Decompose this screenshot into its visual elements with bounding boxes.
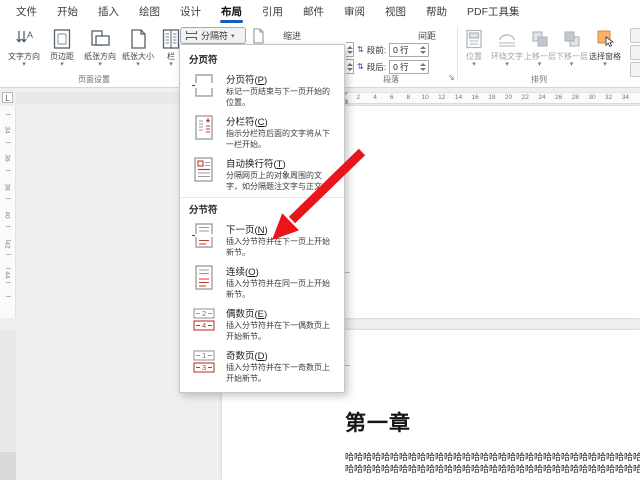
section-breaks-section-header: 分节符	[180, 198, 344, 219]
even-page-section-break-icon: 2 4	[191, 306, 217, 333]
tab-draw[interactable]: 绘图	[129, 0, 170, 24]
menu-item-text-wrapping[interactable]: 自动换行符(T) 分隔网页上的对象周围的文字，如分隔题注文字与正文。	[180, 153, 344, 195]
vertical-ruler[interactable]: 34 36 38 40 42 44	[0, 106, 16, 318]
rotate-button[interactable]	[630, 62, 640, 77]
menu-item-next-page[interactable]: 下一页(N) 插入分节符并在下一页上开始新节。	[180, 219, 344, 261]
tab-home[interactable]: 开始	[47, 0, 88, 24]
menu-item-column-break[interactable]: 分栏符(C) 指示分栏符后面的文字将从下一栏开始。	[180, 111, 344, 153]
spacing-before-icon: ⇅	[357, 45, 364, 55]
spacing-after-label: 段后:	[367, 61, 386, 73]
position-button[interactable]: 位置 ▾	[459, 26, 489, 69]
vertical-ruler-page2	[0, 330, 16, 480]
menu-item-odd-page[interactable]: 1 3 奇数页(D) 插入分节符并在下一奇数页上开始新节。	[180, 345, 344, 387]
svg-text:1: 1	[202, 351, 206, 360]
bring-forward-icon	[524, 26, 555, 52]
spacing-before-label: 段前:	[367, 44, 386, 56]
chevron-down-icon: ▾	[231, 32, 235, 40]
tab-review[interactable]: 审阅	[334, 0, 375, 24]
text-direction-icon: A	[6, 26, 42, 52]
indent-left-field[interactable]	[346, 59, 354, 74]
odd-page-section-break-icon: 1 3	[191, 348, 217, 375]
increment-icon[interactable]	[420, 46, 426, 49]
chevron-down-icon: ▾	[459, 61, 489, 69]
page-breaks-section-header: 分页符	[180, 48, 344, 69]
paragraph-group-label: 段落	[336, 74, 446, 85]
margins-button[interactable]: 页边距 ▾	[44, 26, 80, 69]
chevron-down-icon: ▾	[120, 61, 156, 69]
text-wrapping-icon	[191, 156, 217, 183]
tab-help[interactable]: 帮助	[416, 0, 457, 24]
indent-right-field[interactable]	[346, 42, 354, 57]
group-button[interactable]	[630, 45, 640, 60]
arrange-group-label: 排列	[459, 74, 619, 85]
selection-pane-button[interactable]: 选择窗格 ▾	[588, 26, 622, 69]
chevron-down-icon: ▾	[44, 61, 80, 69]
wrap-text-button[interactable]: 环绕文字 ▾	[491, 26, 523, 69]
send-backward-icon	[556, 26, 587, 52]
decrement-icon[interactable]	[420, 51, 426, 54]
continuous-section-break-icon	[191, 264, 217, 291]
menu-item-continuous[interactable]: 连续(O) 插入分节符并在同一页上开始新节。	[180, 261, 344, 303]
paragraph-dialog-launcher[interactable]: ⇘	[448, 73, 455, 82]
chevron-down-icon: ▾	[491, 61, 523, 69]
orientation-icon	[82, 26, 118, 52]
svg-text:3: 3	[202, 363, 206, 372]
selection-pane-icon	[588, 26, 622, 52]
body-text-line[interactable]: 哈哈哈哈哈哈哈哈哈哈哈哈哈哈哈哈哈哈哈哈哈哈哈哈哈哈哈哈哈哈哈哈哈哈哈哈	[345, 451, 640, 463]
chevron-down-icon: ▾	[524, 61, 555, 69]
breaks-button[interactable]: 分隔符 ▾	[180, 27, 246, 44]
tab-view[interactable]: 视图	[375, 0, 416, 24]
menu-item-page-break[interactable]: 分页符(P) 标记一页结束与下一页开始的位置。	[180, 69, 344, 111]
margins-icon	[44, 26, 80, 52]
menu-item-even-page[interactable]: 2 4 偶数页(E) 插入分节符并在下一偶数页上开始新节。	[180, 303, 344, 345]
tab-selector[interactable]: L	[2, 92, 13, 103]
svg-text:4: 4	[202, 321, 206, 330]
tab-references[interactable]: 引用	[252, 0, 293, 24]
tab-design[interactable]: 设计	[170, 0, 211, 24]
breaks-icon	[185, 29, 198, 42]
next-page-section-break-icon	[191, 222, 217, 249]
chevron-down-icon: ▾	[6, 61, 42, 69]
tab-file[interactable]: 文件	[6, 0, 47, 24]
svg-text:2: 2	[202, 309, 206, 318]
indent-label: 缩进	[283, 29, 301, 42]
align-button[interactable]	[630, 28, 640, 43]
tab-mailings[interactable]: 邮件	[293, 0, 334, 24]
spacing-label: 间距	[418, 29, 436, 42]
position-icon	[459, 26, 489, 52]
spacing-before-field[interactable]: 0 行	[389, 43, 429, 57]
ruler-margin-zone	[0, 452, 16, 480]
paper-size-button[interactable]: 纸张大小 ▾	[120, 26, 156, 69]
group-divider	[457, 27, 458, 79]
page-setup-group-label: 页面设置	[14, 74, 174, 85]
document-icon	[251, 28, 265, 44]
text-direction-button[interactable]: A 文字方向 ▾	[6, 26, 42, 69]
page-break-icon	[191, 72, 217, 99]
chapter-heading[interactable]: 第一章	[345, 407, 411, 437]
chevron-down-icon: ▾	[82, 61, 118, 69]
tab-pdf-tools[interactable]: PDF工具集	[457, 0, 530, 24]
svg-text:A: A	[27, 30, 33, 40]
send-backward-button[interactable]: 下移一层 ▾	[556, 26, 587, 69]
chevron-down-icon: ▾	[556, 61, 587, 69]
spacing-after-icon: ⇅	[357, 62, 364, 72]
tab-layout[interactable]: 布局	[211, 0, 252, 24]
ruler-numbers: 246 81012 141618 202224 262830 3234	[350, 92, 634, 104]
paper-size-icon	[120, 26, 156, 52]
tab-insert[interactable]: 插入	[88, 0, 129, 24]
body-text-line[interactable]: 哈哈哈哈哈哈哈哈哈哈哈哈哈哈哈哈哈哈哈哈哈哈哈哈哈哈哈哈哈哈哈哈哈哈哈哈	[345, 463, 640, 475]
chevron-down-icon: ▾	[588, 61, 622, 69]
app-menubar: 文件 开始 插入 绘图 设计 布局 引用 邮件 审阅 视图 帮助 PDF工具集	[0, 0, 640, 24]
decrement-icon[interactable]	[420, 68, 426, 71]
increment-icon[interactable]	[420, 63, 426, 66]
column-break-icon	[191, 114, 217, 141]
orientation-button[interactable]: 纸张方向 ▾	[82, 26, 118, 69]
breaks-dropdown-menu: 分页符 分页符(P) 标记一页结束与下一页开始的位置。 分栏符(C) 指示分栏	[179, 44, 345, 393]
spacing-after-field[interactable]: 0 行	[389, 60, 429, 74]
wrap-text-icon	[491, 26, 523, 52]
bring-forward-button[interactable]: 上移一层 ▾	[524, 26, 555, 69]
